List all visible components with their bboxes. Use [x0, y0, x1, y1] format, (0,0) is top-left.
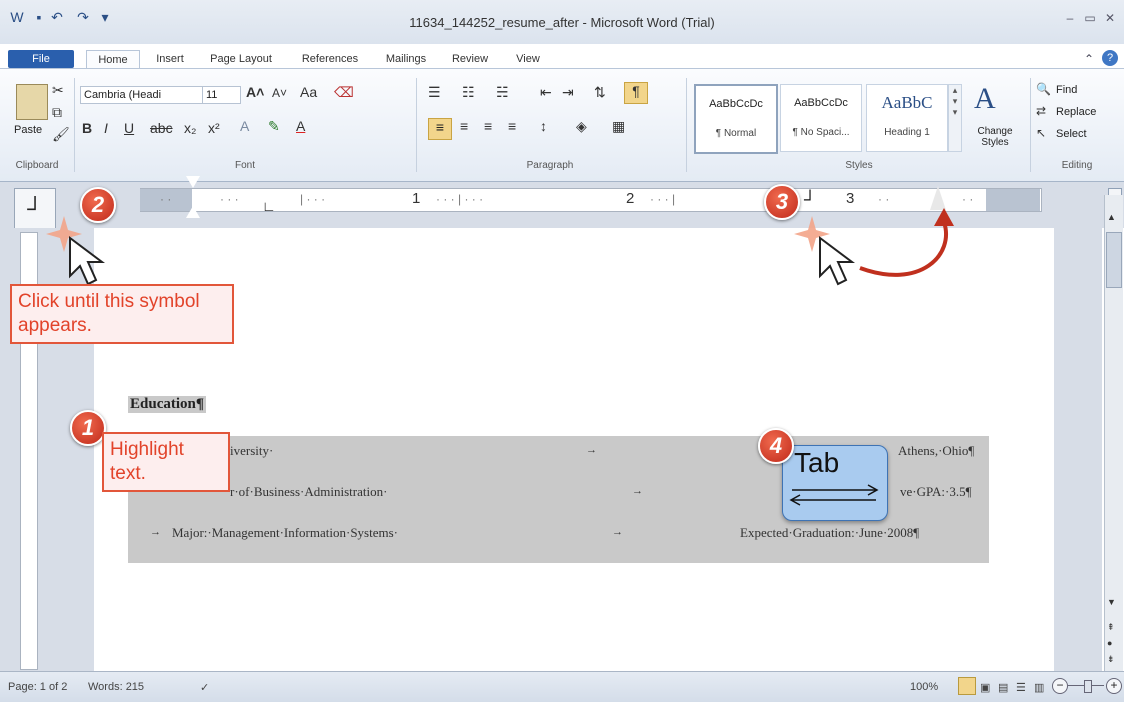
zoom-out-icon[interactable]: −	[1052, 678, 1068, 694]
step-2-badge: 2	[80, 187, 116, 223]
outline-icon[interactable]: ☰	[1016, 681, 1026, 694]
proofing-icon[interactable]: ✓	[200, 681, 209, 694]
curved-arrow	[859, 221, 948, 277]
tab-key-arrows-icon	[789, 484, 879, 506]
full-screen-reading-icon[interactable]: ▣	[980, 681, 990, 694]
mouse-cursor-icon	[69, 236, 105, 286]
step-1-callout: Highlight text.	[102, 432, 230, 492]
draft-icon[interactable]: ▥	[1034, 681, 1044, 694]
word-count[interactable]: Words: 215	[88, 681, 144, 693]
page-count[interactable]: Page: 1 of 2	[8, 681, 67, 693]
zoom-level[interactable]: 100%	[910, 681, 938, 693]
mouse-cursor-icon	[819, 236, 855, 286]
step-3-badge: 3	[764, 184, 800, 220]
zoom-slider-thumb[interactable]	[1084, 680, 1092, 693]
curved-arrow-head	[934, 208, 954, 226]
print-layout-icon[interactable]	[958, 677, 976, 695]
step-4-badge: 4	[758, 428, 794, 464]
step-2-callout: Click until this symbol appears.	[10, 284, 234, 344]
annotation-overlay	[46, 208, 954, 286]
web-layout-icon[interactable]: ▤	[998, 681, 1008, 694]
zoom-in-icon[interactable]: +	[1106, 678, 1122, 694]
status-bar	[0, 671, 1124, 702]
tab-key-label: Tab	[794, 447, 840, 478]
step-1-badge: 1	[70, 410, 106, 446]
